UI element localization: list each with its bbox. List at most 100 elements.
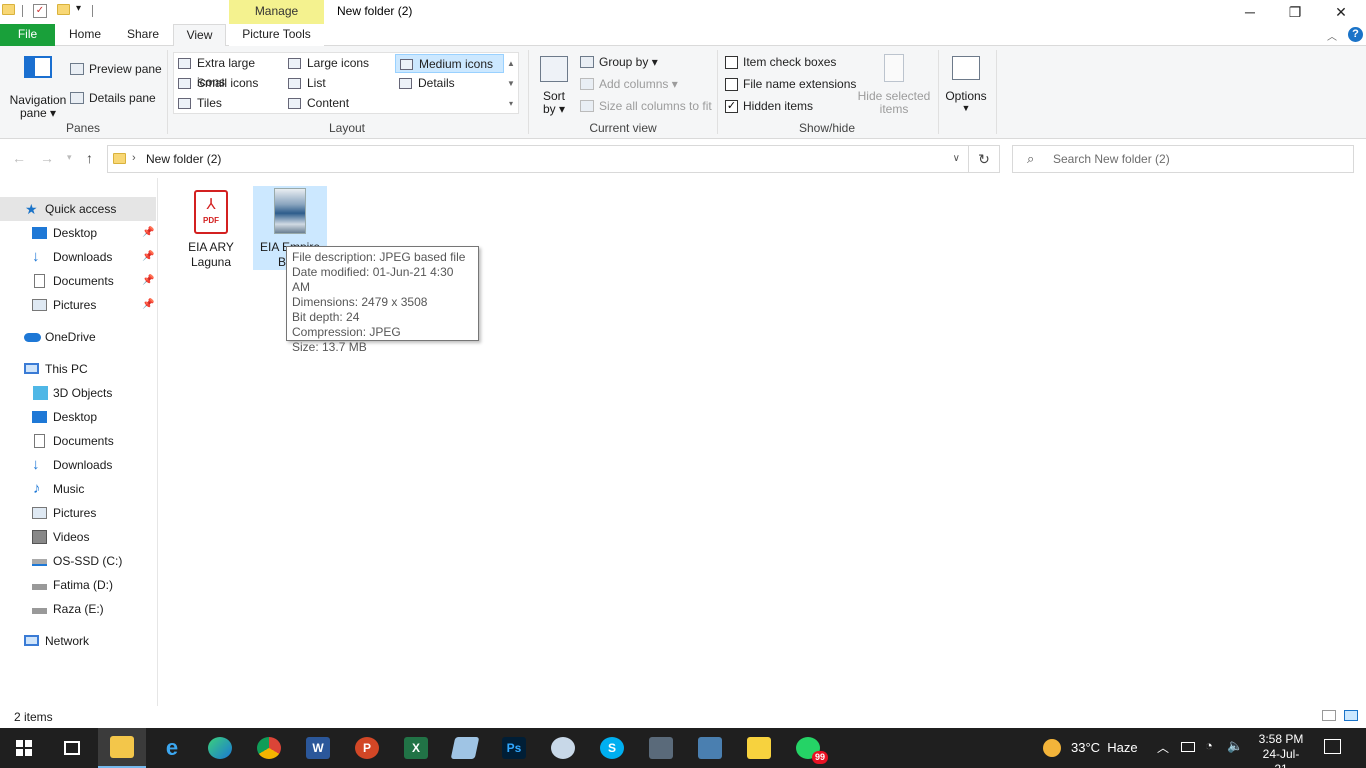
weather-text[interactable]: 33°C Haze: [1071, 740, 1138, 755]
close-button[interactable]: ✕: [1318, 0, 1364, 24]
taskbar-edge[interactable]: [196, 728, 244, 768]
taskbar-notepad-app[interactable]: [441, 728, 489, 768]
options-button[interactable]: Options ▼: [943, 54, 989, 113]
battery-icon[interactable]: [1181, 742, 1195, 752]
tab-picture-tools[interactable]: Picture Tools: [229, 24, 324, 46]
nav-desktop[interactable]: Desktop: [0, 405, 156, 429]
preview-pane-button[interactable]: Preview pane: [70, 62, 162, 76]
layout-scroll-up[interactable]: ▲: [504, 54, 518, 73]
taskbar-calculator[interactable]: [637, 728, 685, 768]
layout-extra-large-icons[interactable]: Extra large icons: [174, 54, 284, 89]
layout-large-icons[interactable]: Large icons: [284, 54, 394, 73]
pin-icon[interactable]: 📌: [142, 269, 154, 293]
task-view-button[interactable]: [48, 728, 96, 768]
up-icon[interactable]: ↑: [86, 150, 93, 166]
start-button[interactable]: [0, 728, 48, 768]
recent-locations-icon[interactable]: ▾: [67, 152, 72, 163]
nav-drive-d[interactable]: Fatima (D:): [0, 573, 156, 597]
nav-quick-documents[interactable]: Documents 📌: [0, 269, 156, 293]
refresh-button[interactable]: ↻: [968, 145, 1000, 173]
taskbar-paint[interactable]: [539, 728, 587, 768]
nav-pictures[interactable]: Pictures: [0, 501, 156, 525]
hidden-items-option[interactable]: ✓ Hidden items: [725, 99, 813, 113]
address-box[interactable]: › New folder (2) ∨: [107, 145, 969, 173]
manage-contextual-tab[interactable]: Manage: [229, 0, 324, 24]
file-item-pdf[interactable]: ⅄ PDF EIA ARY Laguna: [174, 186, 248, 270]
large-icons-view-icon[interactable]: [1344, 710, 1358, 721]
item-check-boxes-option[interactable]: Item check boxes: [725, 55, 836, 69]
taskbar-chrome[interactable]: [245, 728, 293, 768]
taskbar-skype[interactable]: S: [588, 728, 636, 768]
tab-share[interactable]: Share: [120, 24, 166, 46]
clock[interactable]: 3:58 PM 24-Jul-21: [1256, 732, 1306, 768]
layout-medium-icons[interactable]: Medium icons: [395, 54, 504, 73]
nav-quick-downloads[interactable]: ↓ Downloads 📌: [0, 245, 156, 269]
nav-network[interactable]: Network: [0, 629, 156, 653]
customize-quick-access-icon[interactable]: ▾: [76, 3, 81, 14]
pin-icon[interactable]: 📌: [142, 221, 154, 245]
pin-icon[interactable]: 📌: [142, 293, 154, 317]
folder-icon[interactable]: [2, 4, 15, 15]
details-view-icon[interactable]: [1322, 710, 1336, 721]
taskbar-app[interactable]: [686, 728, 734, 768]
taskbar-sticky-notes[interactable]: [735, 728, 783, 768]
taskbar-powerpoint[interactable]: P: [343, 728, 391, 768]
group-by-button[interactable]: Group by ▾: [580, 55, 658, 69]
help-icon[interactable]: ?: [1348, 27, 1363, 42]
breadcrumb-chevron-icon[interactable]: ›: [132, 152, 136, 164]
add-columns-button[interactable]: Add columns ▾: [580, 77, 678, 91]
taskbar-excel[interactable]: X: [392, 728, 440, 768]
size-all-columns-button[interactable]: Size all columns to fit: [580, 99, 712, 113]
show-hidden-icons-icon[interactable]: ︿: [1157, 739, 1169, 756]
nav-drive-c[interactable]: OS-SSD (C:): [0, 549, 156, 573]
properties-icon[interactable]: ✓: [33, 4, 47, 18]
layout-small-icons[interactable]: Small icons: [174, 74, 284, 93]
taskbar-photoshop[interactable]: Ps: [490, 728, 538, 768]
nav-quick-pictures[interactable]: Pictures 📌: [0, 293, 156, 317]
file-name-extensions-checkbox[interactable]: [725, 77, 738, 91]
item-check-boxes-checkbox[interactable]: [725, 55, 738, 69]
details-pane-button[interactable]: Details pane: [70, 91, 156, 105]
nav-videos[interactable]: Videos: [0, 525, 156, 549]
file-name-extensions-option[interactable]: File name extensions: [725, 77, 856, 91]
taskbar-word[interactable]: W: [294, 728, 342, 768]
pin-icon[interactable]: 📌: [142, 245, 154, 269]
forward-icon[interactable]: →: [40, 150, 54, 166]
nav-this-pc[interactable]: This PC: [0, 357, 156, 381]
nav-quick-access[interactable]: ★ Quick access: [0, 197, 156, 221]
volume-icon[interactable]: 🔈: [1227, 738, 1243, 754]
new-folder-icon[interactable]: [57, 4, 70, 15]
breadcrumb-path[interactable]: New folder (2): [146, 152, 221, 166]
notifications-icon[interactable]: [1324, 739, 1341, 754]
minimize-button[interactable]: ─: [1227, 0, 1273, 24]
tab-view[interactable]: View: [173, 24, 226, 47]
tab-file[interactable]: File: [0, 24, 55, 46]
search-input[interactable]: ⌕ Search New folder (2): [1012, 145, 1354, 173]
layout-list[interactable]: List: [284, 74, 394, 93]
nav-drive-e[interactable]: Raza (E:): [0, 597, 156, 621]
layout-details[interactable]: Details: [395, 74, 504, 93]
address-dropdown-icon[interactable]: ∨: [953, 153, 960, 164]
nav-documents[interactable]: Documents: [0, 429, 156, 453]
nav-3d-objects[interactable]: 3D Objects: [0, 381, 156, 405]
tab-home[interactable]: Home: [60, 24, 110, 46]
nav-music[interactable]: ♪ Music: [0, 477, 156, 501]
collapse-ribbon-icon[interactable]: ︿: [1327, 28, 1337, 43]
weather-icon[interactable]: [1043, 739, 1061, 757]
taskbar-whatsapp[interactable]: 99: [784, 728, 832, 768]
restore-button[interactable]: ❐: [1272, 0, 1318, 24]
nav-onedrive[interactable]: OneDrive: [0, 325, 156, 349]
sort-by-button[interactable]: Sort by ▾: [536, 52, 572, 116]
back-icon[interactable]: ←: [12, 150, 26, 166]
navigation-pane-button[interactable]: Navigation pane ▾: [8, 50, 68, 120]
nav-downloads[interactable]: ↓ Downloads: [0, 453, 156, 477]
layout-tiles[interactable]: Tiles: [174, 94, 284, 113]
layout-content[interactable]: Content: [284, 94, 394, 113]
wifi-icon[interactable]: ◔: [1205, 738, 1213, 753]
taskbar-file-explorer[interactable]: [98, 728, 146, 768]
nav-quick-desktop[interactable]: Desktop 📌: [0, 221, 156, 245]
hidden-items-checkbox[interactable]: ✓: [725, 99, 738, 113]
layout-expand[interactable]: ▾: [504, 94, 518, 113]
taskbar-internet-explorer[interactable]: e: [148, 728, 196, 768]
layout-scroll-down[interactable]: ▼: [504, 74, 518, 93]
